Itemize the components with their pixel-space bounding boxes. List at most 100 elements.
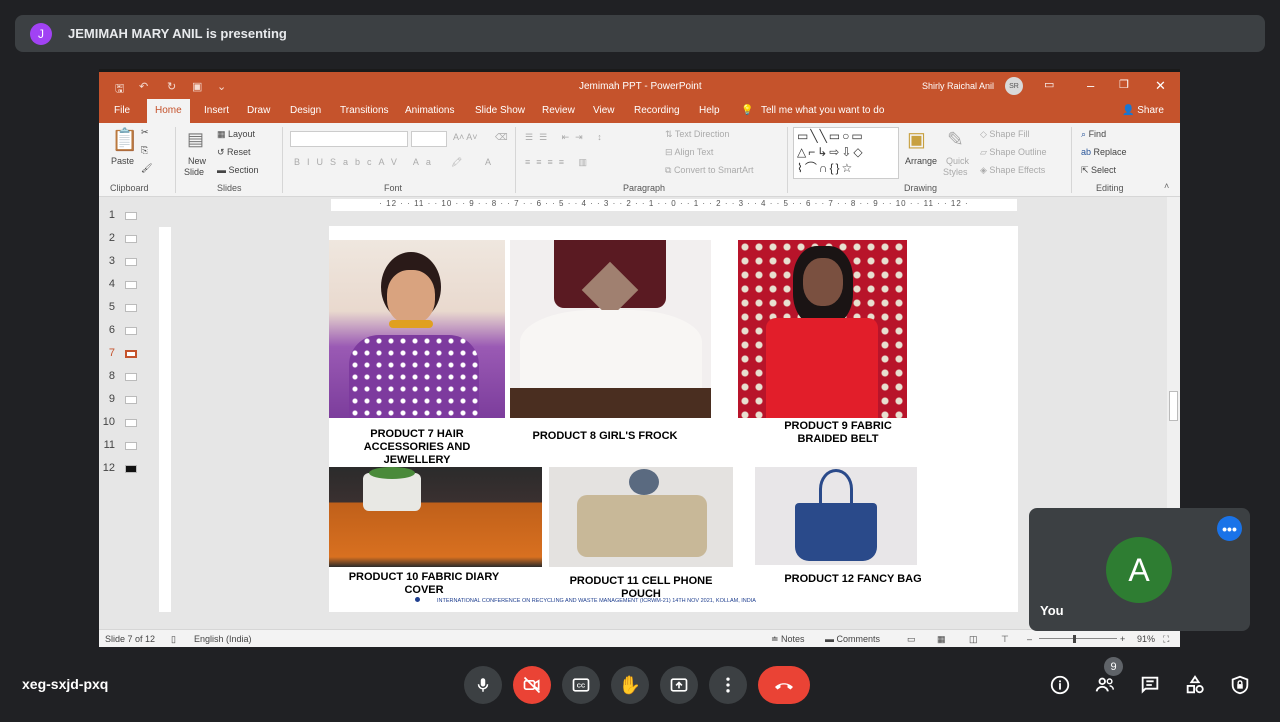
camera-off-button[interactable] [513,666,551,704]
shape-outline-button[interactable]: ▱ Shape Outline [980,147,1046,158]
clear-formatting-icon[interactable]: ⌫ [495,132,508,143]
arrange-icon[interactable]: ▣ [907,127,926,152]
font-color-icon[interactable]: A [485,157,491,167]
more-options-icon[interactable]: ••• [1217,516,1242,541]
collapse-ribbon-icon[interactable]: ˄ [1164,181,1169,191]
tab-review[interactable]: Review [542,105,575,116]
product-8-image[interactable] [510,240,711,418]
close-icon[interactable]: ✕ [1155,78,1166,94]
align-buttons[interactable]: ≡≡≡≡ ▥ [525,157,593,168]
tab-transitions[interactable]: Transitions [340,105,389,116]
fit-to-window-icon[interactable]: ⛶ [1163,634,1169,645]
tab-help[interactable]: Help [699,105,720,116]
product-9-image[interactable] [738,240,907,418]
spellcheck-icon[interactable]: ▯ [171,634,176,645]
share-button[interactable]: 👤 Share [1122,105,1164,116]
zoom-in-icon[interactable]: + [1120,634,1125,644]
replace-button[interactable]: ab Replace [1081,147,1127,157]
slideshow-view-icon[interactable]: ⊤ [1001,634,1009,645]
quick-styles-label-1[interactable]: Quick [946,156,969,166]
thumb-slide[interactable]: 11 [99,439,157,459]
tab-animations[interactable]: Animations [405,105,454,116]
thumb-slide[interactable]: 9 [99,393,157,413]
thumb-slide[interactable]: 3 [99,255,157,275]
leave-call-button[interactable] [758,666,810,704]
present-screen-button[interactable] [660,666,698,704]
highlight-icon[interactable]: 🖍 [451,157,462,168]
layout-button[interactable]: ▦ Layout [217,129,255,140]
paste-label[interactable]: Paste [111,156,134,166]
shape-fill-button[interactable]: ◇ Shape Fill [980,129,1029,140]
smartart-button[interactable]: ⧉ Convert to SmartArt [665,165,753,176]
chat-button[interactable] [1138,673,1162,697]
section-button[interactable]: ▬ Section [217,165,259,175]
scroll-thumb[interactable] [1169,391,1178,421]
tab-file[interactable]: File [114,105,130,116]
zoom-slider[interactable] [1039,638,1117,639]
tell-me-search[interactable]: Tell me what you want to do [761,105,884,116]
reading-view-icon[interactable]: ◫ [969,634,978,645]
product-12-image[interactable] [755,467,917,565]
present-from-start-icon[interactable]: ▣ [192,80,202,93]
shapes-gallery[interactable]: ▭╲╲▭○▭ △⌐↳⇨⇩◇ ⌇⌒∩{}☆ [793,127,899,179]
zoom-level[interactable]: 91% [1137,634,1155,644]
more-options-button[interactable] [709,666,747,704]
tab-design[interactable]: Design [290,105,321,116]
tab-recording[interactable]: Recording [634,105,680,116]
select-button[interactable]: ⇱ Select [1081,165,1116,176]
product-11-image[interactable] [549,467,733,567]
font-style-buttons[interactable]: BIUSabcAV Aa [294,157,438,167]
product-10-image[interactable] [329,467,542,567]
new-slide-label-2[interactable]: Slide [184,167,204,177]
thumb-slide[interactable]: 1 [99,209,157,229]
save-icon[interactable]: 🖫 [115,80,124,99]
redo-icon[interactable]: ↻ [167,80,176,93]
thumb-slide[interactable]: 2 [99,232,157,252]
account-name[interactable]: Shirly Raichal Anil [922,81,994,91]
paste-icon[interactable]: 📋 [111,127,138,153]
self-video-tile[interactable]: A You ••• [1029,508,1250,631]
notes-button[interactable]: ≐ Notes [771,634,805,645]
reset-button[interactable]: ↺ Reset [217,147,251,158]
slide-sorter-icon[interactable]: ▦ [937,634,946,645]
host-controls-button[interactable] [1228,673,1252,697]
tab-slide-show[interactable]: Slide Show [475,105,525,116]
tab-insert[interactable]: Insert [204,105,229,116]
new-slide-label-1[interactable]: New [188,156,206,166]
normal-view-icon[interactable]: ▭ [907,634,916,645]
meeting-details-button[interactable] [1048,673,1072,697]
account-avatar[interactable]: SR [1005,77,1023,95]
cut-icon[interactable]: ✂ [141,127,149,138]
thumb-slide-selected[interactable]: 7 [99,347,157,367]
product-7-image[interactable] [329,240,505,418]
ribbon-display-icon[interactable]: ▭ [1044,78,1054,91]
comments-button[interactable]: ▬ Comments [825,634,880,644]
quick-styles-icon[interactable]: ✎ [947,127,964,152]
zoom-slider-thumb[interactable] [1073,635,1076,643]
tab-view[interactable]: View [593,105,615,116]
people-button[interactable] [1093,673,1117,697]
font-name-box[interactable] [290,131,408,147]
thumb-slide[interactable]: 5 [99,301,157,321]
activities-button[interactable] [1183,673,1207,697]
font-size-box[interactable] [411,131,447,147]
thumb-slide[interactable]: 12 [99,462,157,482]
find-button[interactable]: ⌕ Find [1081,129,1106,140]
tab-draw[interactable]: Draw [247,105,270,116]
customize-toolbar-icon[interactable]: ⌄ [217,80,226,93]
thumb-slide[interactable]: 4 [99,278,157,298]
quick-styles-label-2[interactable]: Styles [943,167,968,177]
grow-font-icon[interactable]: A˄ A˅ [453,132,478,142]
thumb-slide[interactable]: 8 [99,370,157,390]
maximize-icon[interactable]: ❐ [1119,78,1129,91]
text-direction-button[interactable]: ⇅ Text Direction [665,129,729,140]
slide-canvas[interactable]: PRODUCT 7 HAIR ACCESSORIES AND JEWELLERY… [329,226,1018,612]
zoom-out-icon[interactable]: – [1027,634,1032,644]
undo-icon[interactable]: ↶ [139,80,148,93]
list-buttons[interactable]: ☰☰ ⇤⇥ ↕ [525,132,608,143]
microphone-button[interactable] [464,666,502,704]
thumb-slide[interactable]: 6 [99,324,157,344]
align-text-button[interactable]: ⊟ Align Text [665,147,713,158]
raise-hand-button[interactable]: ✋ [611,666,649,704]
new-slide-icon[interactable]: ▤ [187,129,204,150]
